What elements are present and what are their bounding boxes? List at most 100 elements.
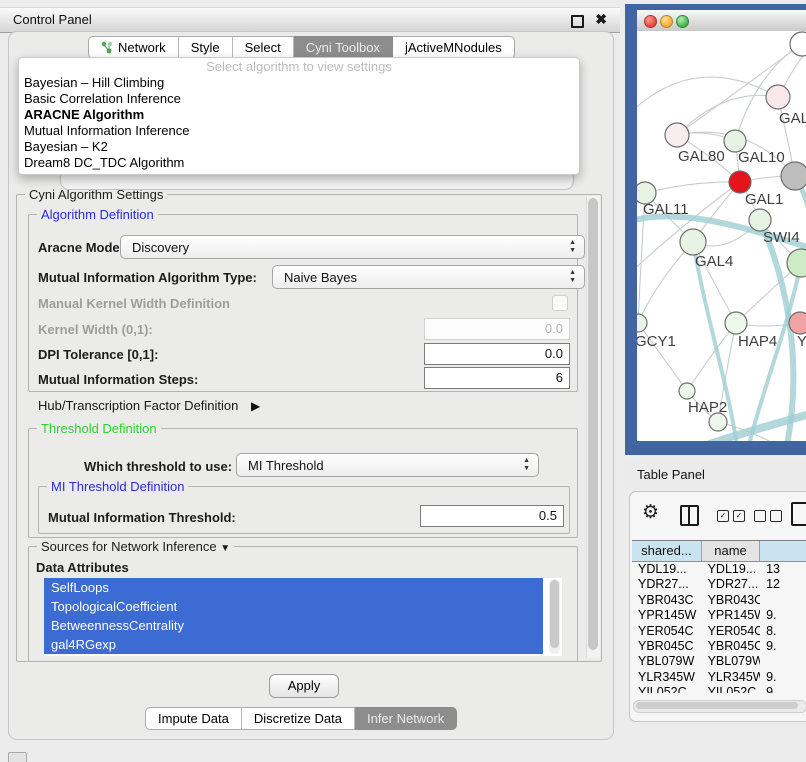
table-row[interactable]: YDR27...YDR27...12 [632, 577, 806, 592]
network-window[interactable]: GALGAL80GAL10GAL1GAL11SWI4GAL4GCY1HAP4YH… [625, 4, 806, 455]
mi-steps-field[interactable]: 6 [424, 367, 570, 389]
algorithm-option[interactable]: Basic Correlation Inference [19, 91, 579, 107]
network-window-titlebar[interactable] [637, 10, 806, 32]
attribute-item[interactable]: gal4RGexp [44, 635, 543, 654]
close-icon[interactable]: ✖ [595, 11, 607, 28]
table-cell: YPR145W [702, 608, 760, 623]
checked-boxes-icon[interactable]: ✓✓ [717, 510, 745, 522]
bottom-tab-discretize-data[interactable]: Discretize Data [242, 707, 355, 730]
page-icon[interactable] [791, 502, 806, 526]
node-label: GAL10 [738, 149, 785, 166]
stepper-arrows-icon: ▲▼ [569, 269, 576, 285]
network-node-gal80[interactable] [665, 123, 689, 147]
network-canvas[interactable]: GALGAL80GAL10GAL1GAL11SWI4GAL4GCY1HAP4YH… [637, 31, 806, 441]
table-panel-bar: Table Panel [625, 459, 806, 489]
table-hscrollbar-thumb[interactable] [636, 702, 798, 709]
node-table[interactable]: shared...name YDL19...YDL19...13YDR27...… [632, 540, 806, 693]
network-node[interactable] [790, 32, 806, 56]
zoom-traffic-light-icon[interactable] [676, 15, 689, 28]
attribute-item[interactable]: BetweennessCentrality [44, 616, 543, 635]
bottom-tabbar: Impute DataDiscretize DataInfer Network [145, 707, 457, 730]
tab-label: Select [245, 40, 281, 55]
sources-legend[interactable]: Sources for Network Inference ▼ [37, 539, 234, 554]
attribute-item[interactable]: TopologicalCoefficient [44, 597, 543, 616]
algorithm-option[interactable]: Dream8 DC_TDC Algorithm [19, 155, 579, 171]
column-header[interactable]: name [702, 541, 760, 561]
triangle-right-icon[interactable]: ▶ [251, 399, 260, 413]
tab-network[interactable]: Network [88, 36, 179, 59]
table-row[interactable]: YIL052CYIL052C9. [632, 685, 806, 693]
hub-section[interactable]: Hub/Transcription Factor Definition ▶ [38, 398, 260, 413]
table-cell: YBR043C [702, 593, 760, 608]
aracne-mode-label: Aracne Mode: [38, 240, 124, 255]
network-node-gal4[interactable] [680, 229, 706, 255]
which-threshold-combo[interactable]: MI Threshold ▲▼ [236, 453, 539, 477]
unchecked-boxes-icon[interactable] [754, 510, 782, 522]
table-row[interactable]: YPR145WYPR145W9. [632, 608, 806, 623]
bottom-tab-impute-data[interactable]: Impute Data [145, 707, 242, 730]
bottom-tab-infer-network[interactable]: Infer Network [355, 707, 457, 730]
network-node-y[interactable] [789, 312, 806, 334]
mi-type-combo[interactable]: Naive Bayes ▲▼ [272, 265, 585, 289]
dpi-tolerance-field[interactable]: 0.0 [424, 343, 570, 365]
mi-threshold-field[interactable]: 0.5 [420, 505, 564, 527]
close-traffic-light-icon[interactable] [644, 15, 657, 28]
algorithm-placeholder: Select algorithm to view settings [19, 58, 579, 75]
tab-jactivemnodules[interactable]: jActiveMNodules [393, 36, 515, 59]
tab-cyni-toolbox[interactable]: Cyni Toolbox [294, 36, 393, 59]
network-node-hap2[interactable] [679, 383, 695, 399]
network-graph[interactable]: GALGAL80GAL10GAL1GAL11SWI4GAL4GCY1HAP4YH… [637, 31, 806, 441]
kernel-width-field[interactable]: 0.0 [424, 318, 570, 340]
minimize-traffic-light-icon[interactable] [660, 15, 673, 28]
table-cell: 9. [760, 608, 806, 623]
table-cell: YBR043C [632, 593, 702, 608]
table-row[interactable]: YER054CYER054C8. [632, 624, 806, 639]
network-node-gal1[interactable] [729, 171, 751, 193]
aracne-mode-combo[interactable]: Discovery ▲▼ [120, 235, 585, 259]
table-hscrollbar[interactable] [633, 700, 806, 713]
minimized-panel-icon[interactable] [8, 752, 27, 762]
network-node-swi4[interactable] [749, 209, 771, 231]
sources-legend-text: Sources for Network Inference [41, 539, 217, 554]
table-row[interactable]: YBR045CYBR045C9. [632, 639, 806, 654]
node-label: GAL [779, 110, 806, 127]
settings-scrollbar-thumb[interactable] [588, 198, 598, 650]
network-node-gcy1[interactable] [637, 314, 647, 332]
tab-style[interactable]: Style [179, 36, 233, 59]
table-row[interactable]: YBR043CYBR043C [632, 593, 806, 608]
node-label: GCY1 [637, 333, 676, 350]
table-cell: YBL079W [702, 654, 760, 669]
apply-button[interactable]: Apply [269, 674, 339, 698]
data-attributes-list[interactable]: SelfLoopsTopologicalCoefficientBetweenne… [44, 578, 562, 656]
table-body[interactable]: YDL19...YDL19...13YDR27...YDR27...12YBR0… [632, 562, 806, 693]
table-cell: 8. [760, 624, 806, 639]
table-row[interactable]: YBL079WYBL079W [632, 654, 806, 669]
table-cell: 13 [760, 562, 806, 577]
float-window-icon[interactable] [571, 15, 584, 28]
table-row[interactable]: YDL19...YDL19...13 [632, 562, 806, 577]
tab-label: jActiveMNodules [405, 40, 502, 55]
attributes-scrollbar-thumb[interactable] [550, 580, 559, 648]
gear-icon[interactable]: ⚙ [642, 501, 659, 523]
settings-scrollbar[interactable] [586, 196, 600, 658]
split-columns-icon[interactable] [680, 505, 699, 526]
manual-kernel-checkbox[interactable] [552, 295, 568, 311]
network-node[interactable] [709, 413, 727, 431]
algorithm-option[interactable]: Bayesian – K2 [19, 139, 579, 155]
triangle-down-icon[interactable]: ▼ [220, 543, 230, 554]
network-node-gal[interactable] [766, 85, 790, 109]
column-header[interactable]: shared... [632, 541, 702, 561]
tab-select[interactable]: Select [233, 36, 294, 59]
mi-type-value: Naive Bayes [284, 270, 357, 285]
column-header[interactable] [760, 541, 806, 561]
table-header-row[interactable]: shared...name [632, 541, 806, 562]
algorithm-option[interactable]: Bayesian – Hill Climbing [19, 75, 579, 91]
algorithm-option[interactable]: ARACNE Algorithm [19, 107, 579, 123]
network-node-hap4[interactable] [725, 312, 747, 334]
table-cell: 9. [760, 685, 806, 693]
attributes-scrollbar[interactable] [549, 579, 560, 654]
attribute-item[interactable]: SelfLoops [44, 578, 543, 597]
algorithm-option[interactable]: Mutual Information Inference [19, 123, 579, 139]
network-node[interactable] [781, 162, 806, 190]
table-row[interactable]: YLR345WYLR345W9. [632, 670, 806, 685]
